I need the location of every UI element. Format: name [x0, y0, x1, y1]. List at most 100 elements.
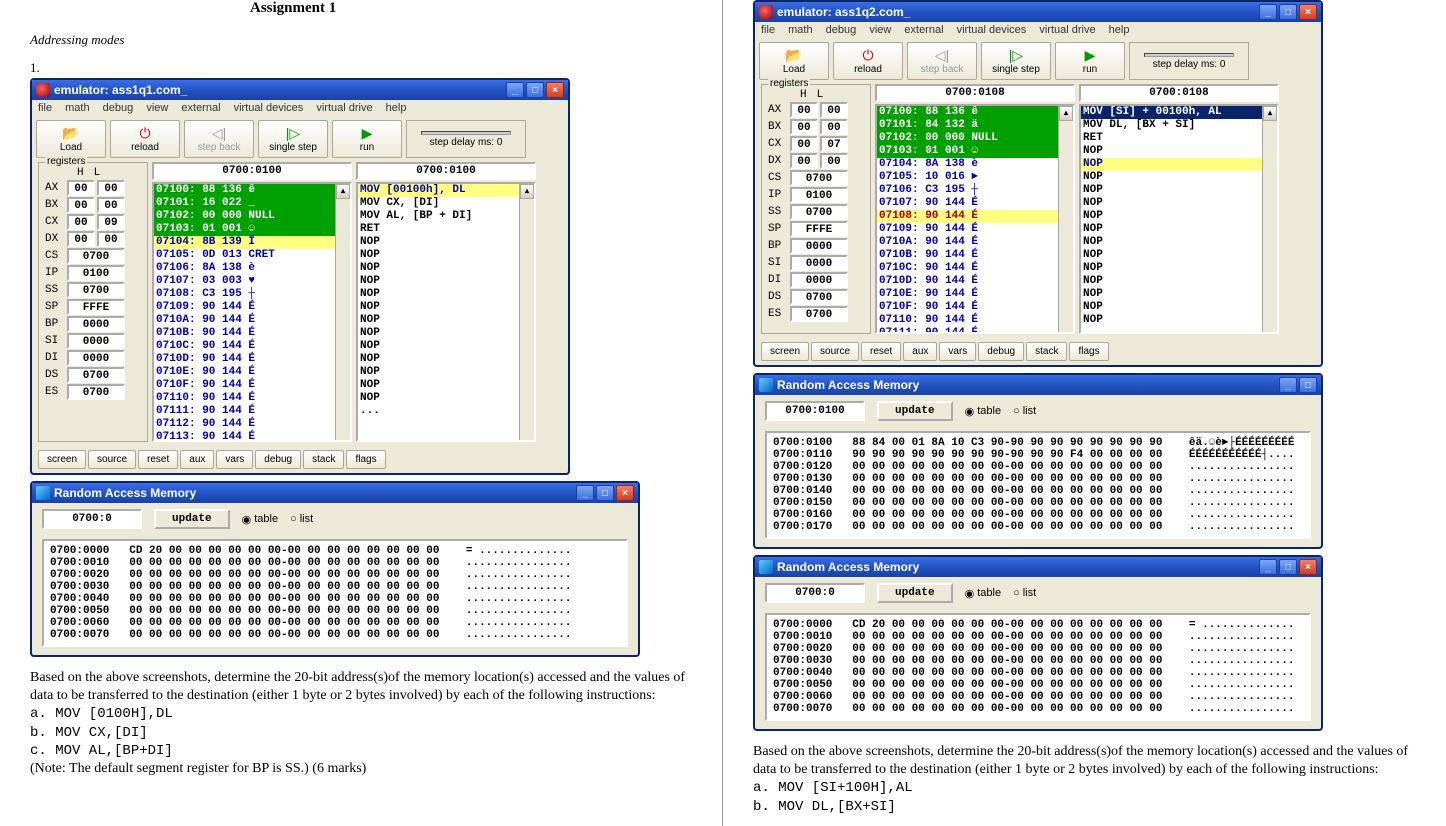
menu-math[interactable]: math [788, 24, 812, 36]
reg-si[interactable]: 0000 [67, 333, 125, 349]
radio-table[interactable]: ◉table [242, 513, 278, 526]
menu-view[interactable]: view [869, 24, 891, 36]
reg-ss[interactable]: 0700 [67, 282, 125, 298]
addr-display-right[interactable]: 0700:0108 [1079, 84, 1279, 102]
source-button[interactable]: source [88, 450, 136, 469]
menu-file[interactable]: file [761, 24, 775, 36]
reg-es[interactable]: 0700 [67, 384, 125, 400]
reg-es[interactable]: 0700 [790, 306, 848, 322]
scrollbar[interactable]: ▴ [519, 184, 534, 440]
update-button[interactable]: update [877, 401, 953, 421]
menu-help[interactable]: help [1109, 24, 1130, 36]
disasm-listbox[interactable]: MOV [00100h], DL MOV CX, [DI] MOV AL, [B… [356, 182, 536, 442]
reg-bl[interactable]: 00 [97, 197, 125, 213]
reg-ip[interactable]: 0100 [67, 265, 125, 281]
reload-button[interactable]: ⏻reload [833, 42, 903, 80]
memory-listbox[interactable]: 07100: 88 136 ê 07101: 84 132 ä 07102: 0… [875, 104, 1075, 334]
close-button[interactable]: × [1299, 4, 1317, 20]
reset-button[interactable]: reset [861, 342, 901, 361]
delay-slider[interactable]: step delay ms: 0 [1129, 42, 1249, 80]
reg-ah[interactable]: 00 [790, 102, 818, 118]
reg-ds[interactable]: 0700 [790, 289, 848, 305]
radio-list[interactable]: ○list [1013, 405, 1036, 417]
singlestep-button[interactable]: |▷single step [258, 120, 328, 158]
radio-table[interactable]: ◉table [965, 405, 1001, 418]
scrollbar[interactable]: ▴ [1262, 106, 1277, 332]
menu-external[interactable]: external [904, 24, 943, 36]
load-button[interactable]: 📂Load [759, 42, 829, 80]
aux-button[interactable]: aux [180, 450, 214, 469]
ram-addr-input[interactable]: 0700:0 [765, 583, 865, 603]
radio-list[interactable]: ○list [1013, 587, 1036, 599]
reg-sp[interactable]: FFFE [67, 299, 125, 315]
reg-bh[interactable]: 00 [790, 119, 818, 135]
minimize-button[interactable]: _ [576, 485, 594, 501]
reg-cs[interactable]: 0700 [790, 170, 848, 186]
singlestep-button[interactable]: |▷single step [981, 42, 1051, 80]
radio-list[interactable]: ○list [290, 513, 313, 525]
hex-dump[interactable]: 0700:0000 CD 20 00 00 00 00 00 00-00 00 … [42, 539, 628, 647]
hex-dump[interactable]: 0700:0100 88 84 00 01 8A 10 C3 90-90 90 … [765, 431, 1311, 539]
radio-table[interactable]: ◉table [965, 587, 1001, 600]
reset-button[interactable]: reset [138, 450, 178, 469]
menu-vdevices[interactable]: virtual devices [957, 24, 1027, 36]
stepback-button[interactable]: ◁|step back [907, 42, 977, 80]
reg-cl[interactable]: 09 [97, 214, 125, 230]
maximize-button[interactable]: □ [596, 485, 614, 501]
addr-display-right[interactable]: 0700:0100 [356, 162, 536, 180]
reg-ch[interactable]: 00 [790, 136, 818, 152]
reg-bl[interactable]: 00 [820, 119, 848, 135]
aux-button[interactable]: aux [903, 342, 937, 361]
hex-dump[interactable]: 0700:0000 CD 20 00 00 00 00 00 00-00 00 … [765, 613, 1311, 721]
flags-button[interactable]: flags [346, 450, 385, 469]
ram-addr-input[interactable]: 0700:0 [42, 509, 142, 529]
reg-di[interactable]: 0000 [790, 272, 848, 288]
reg-dh[interactable]: 00 [67, 231, 95, 247]
close-button[interactable]: × [616, 485, 634, 501]
close-button[interactable]: × [546, 82, 564, 98]
reg-ss[interactable]: 0700 [790, 204, 848, 220]
reg-bp[interactable]: 0000 [790, 238, 848, 254]
update-button[interactable]: update [154, 509, 230, 529]
minimize-button[interactable]: _ [506, 82, 524, 98]
stepback-button[interactable]: ◁|step back [184, 120, 254, 158]
reg-bh[interactable]: 00 [67, 197, 95, 213]
addr-display-left[interactable]: 0700:0108 [875, 84, 1075, 102]
minimize-button[interactable]: _ [1259, 4, 1277, 20]
debug-button[interactable]: debug [255, 450, 301, 469]
reg-al[interactable]: 00 [97, 180, 125, 196]
close-button[interactable]: × [1299, 559, 1317, 575]
reg-ch[interactable]: 00 [67, 214, 95, 230]
reg-ip[interactable]: 0100 [790, 187, 848, 203]
maximize-button[interactable]: □ [1279, 4, 1297, 20]
vars-button[interactable]: vars [216, 450, 253, 469]
menu-vdevices[interactable]: virtual devices [234, 102, 304, 114]
run-button[interactable]: ▶run [332, 120, 402, 158]
reg-di[interactable]: 0000 [67, 350, 125, 366]
addr-display-left[interactable]: 0700:0100 [152, 162, 352, 180]
scrollbar[interactable]: ▴ [1058, 106, 1073, 332]
flags-button[interactable]: flags [1069, 342, 1108, 361]
disasm-listbox[interactable]: MOV [SI] + 00100h, AL MOV DL, [BX + SI] … [1079, 104, 1279, 334]
menu-file[interactable]: file [38, 102, 52, 114]
screen-button[interactable]: screen [38, 450, 86, 469]
reg-dh[interactable]: 00 [790, 153, 818, 169]
minimize-button[interactable]: _ [1259, 559, 1277, 575]
reg-ds[interactable]: 0700 [67, 367, 125, 383]
run-button[interactable]: ▶run [1055, 42, 1125, 80]
update-button[interactable]: update [877, 583, 953, 603]
menu-vdrive[interactable]: virtual drive [316, 102, 372, 114]
scrollbar[interactable]: ▴ [335, 184, 350, 440]
maximize-button[interactable]: □ [526, 82, 544, 98]
reg-dl[interactable]: 00 [820, 153, 848, 169]
menu-debug[interactable]: debug [826, 24, 857, 36]
stack-button[interactable]: stack [303, 450, 344, 469]
menu-vdrive[interactable]: virtual drive [1039, 24, 1095, 36]
delay-slider[interactable]: step delay ms: 0 [406, 120, 526, 158]
reg-cs[interactable]: 0700 [67, 248, 125, 264]
ram-addr-input[interactable]: 0700:0100 [765, 401, 865, 421]
load-button[interactable]: 📂Load [36, 120, 106, 158]
reg-si[interactable]: 0000 [790, 255, 848, 271]
source-button[interactable]: source [811, 342, 859, 361]
maximize-button[interactable]: □ [1279, 559, 1297, 575]
